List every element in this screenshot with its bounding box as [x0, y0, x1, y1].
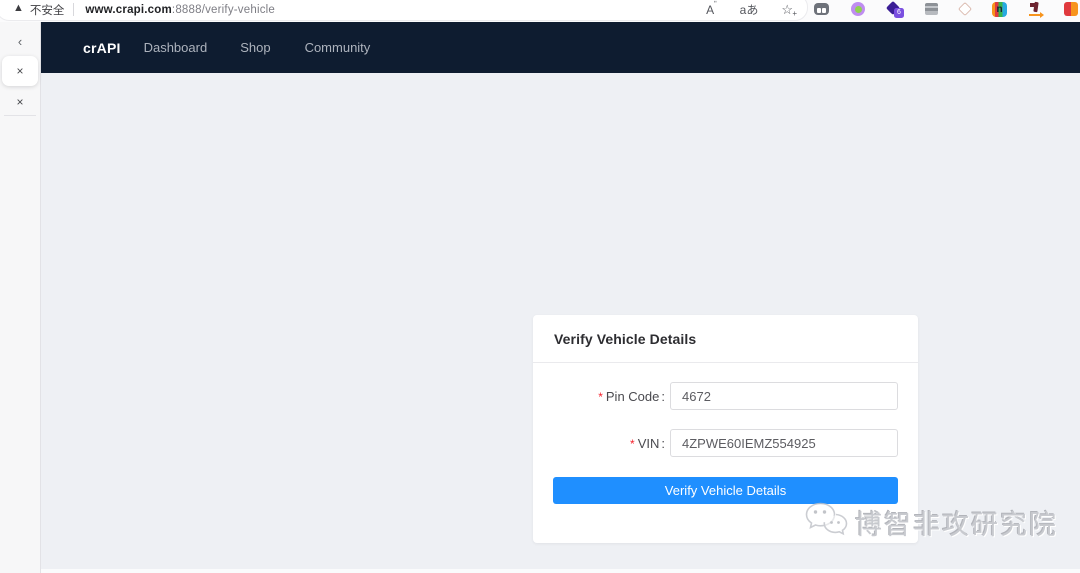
page-background: Verify Vehicle Details *Pin Code: *VIN: … — [41, 73, 1080, 573]
verify-vehicle-card: Verify Vehicle Details *Pin Code: *VIN: … — [533, 315, 918, 543]
brand-crapi[interactable]: crAPI — [83, 40, 121, 56]
bottom-strip — [41, 569, 1080, 573]
address-bar[interactable]: ▲ 不安全 www.crapi.com :8888/verify-vehicle… — [0, 0, 808, 21]
extension-badge: 6 — [894, 8, 904, 18]
pin-code-label: * Pin Code: — [598, 388, 665, 404]
vin-label: * VIN: — [630, 435, 665, 451]
verify-vehicle-button[interactable]: Verify Vehicle Details — [553, 477, 898, 504]
vertical-tabs-sidebar: ‹ × × — [0, 20, 41, 573]
required-mark: * — [630, 436, 635, 451]
card-title: Verify Vehicle Details — [554, 330, 697, 347]
nav-item-shop[interactable]: Shop — [240, 40, 270, 55]
close-tab-icon[interactable]: × — [16, 65, 23, 77]
address-divider — [73, 3, 75, 16]
card-body: *Pin Code: *VIN: Verify Vehicle Details — [533, 382, 918, 504]
flag-arrow-extension-icon[interactable] — [1029, 1, 1044, 17]
cube-extension-icon[interactable]: 6 — [885, 0, 904, 18]
nav-item-dashboard[interactable]: Dashboard — [144, 40, 208, 55]
pin-code-row: * Pin Code: — [533, 382, 898, 410]
security-label[interactable]: 不安全 — [30, 2, 65, 18]
required-mark: * — [598, 389, 603, 404]
sidebar-divider — [4, 115, 36, 116]
pin-code-input[interactable] — [670, 382, 898, 410]
collapse-sidebar-icon[interactable]: ‹ — [0, 34, 40, 49]
nav-item-community[interactable]: Community — [305, 40, 371, 55]
translate-icon[interactable]: aあ — [740, 4, 759, 16]
card-header: Verify Vehicle Details — [533, 315, 918, 363]
tab-item[interactable]: × — [0, 93, 40, 111]
address-actions: Aʺ aあ ☆ + — [706, 1, 797, 18]
active-tab[interactable]: × — [2, 56, 38, 86]
vin-row: * VIN: — [533, 429, 898, 457]
diamond-extension-icon[interactable] — [957, 1, 973, 17]
purple-circle-extension-icon[interactable] — [851, 2, 865, 16]
security-warning-icon: ▲ — [13, 2, 24, 14]
gray-extension-icon[interactable] — [925, 3, 938, 15]
app-navbar: crAPI Dashboard Shop Community — [41, 22, 1080, 73]
close-tab-icon[interactable]: × — [16, 95, 23, 109]
clipped-extension-icon[interactable] — [1064, 2, 1078, 16]
browser-toolbar: ▲ 不安全 www.crapi.com :8888/verify-vehicle… — [0, 0, 1080, 22]
url-path[interactable]: :8888/verify-vehicle — [172, 4, 275, 16]
split-screen-extension-icon[interactable] — [814, 3, 829, 15]
favorite-star-icon[interactable]: ☆ + — [781, 3, 797, 18]
extensions-strip: 6 n — [814, 0, 1078, 18]
rainbow-n-extension-icon[interactable]: n — [992, 1, 1007, 17]
read-aloud-icon[interactable]: Aʺ — [706, 1, 717, 16]
vin-input[interactable] — [670, 429, 898, 457]
url-host[interactable]: www.crapi.com — [85, 4, 172, 16]
